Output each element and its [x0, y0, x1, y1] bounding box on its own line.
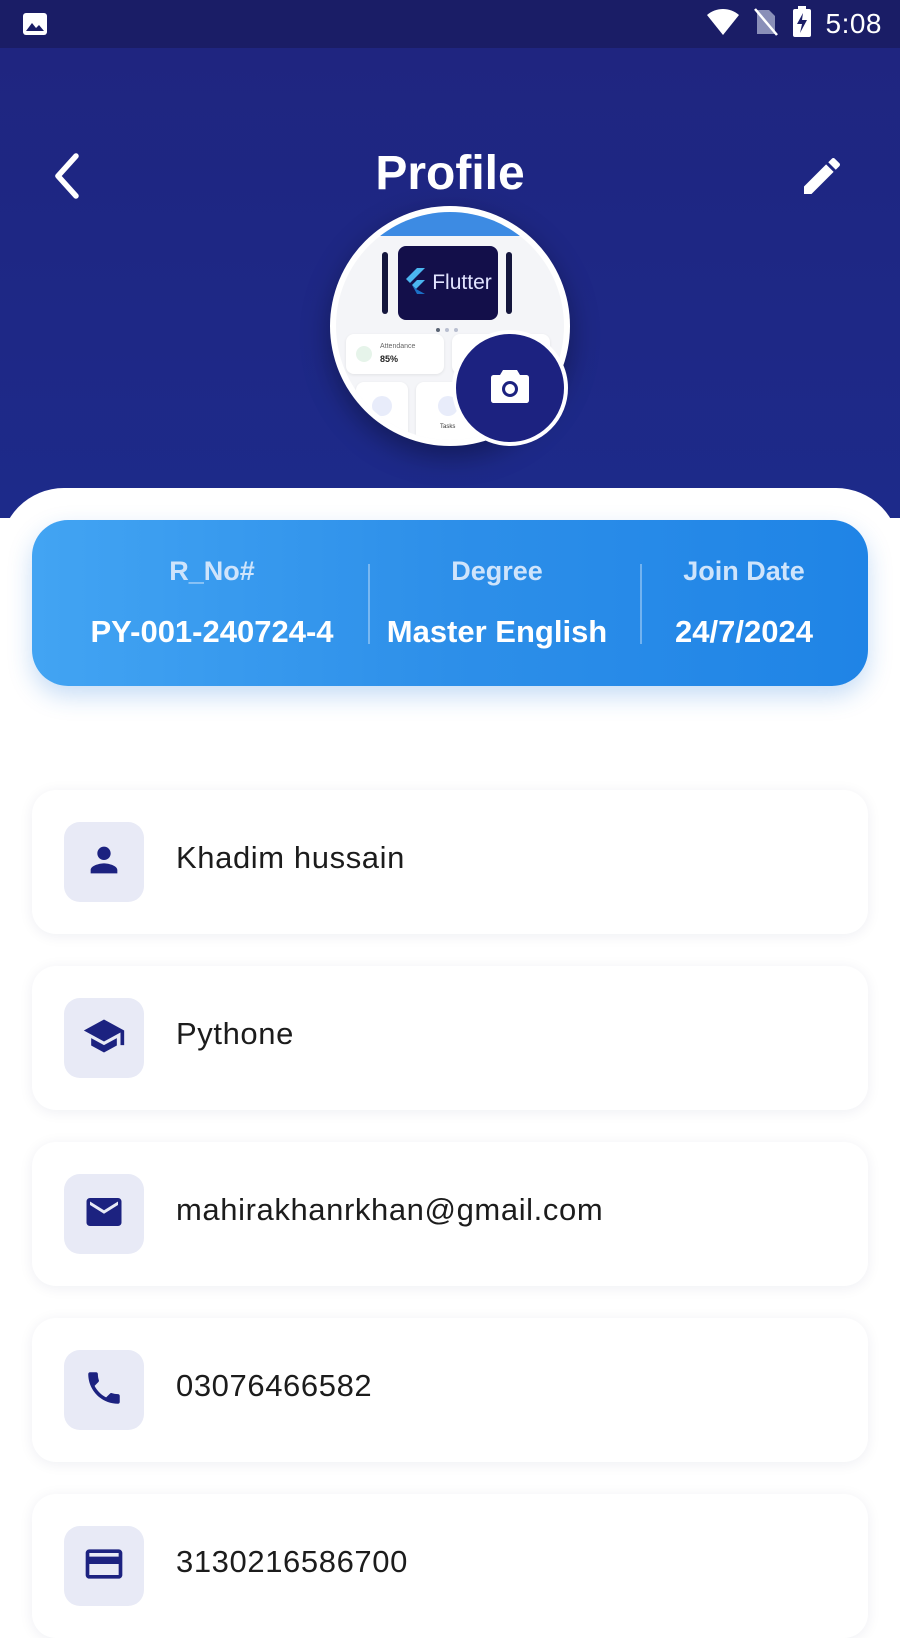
detail-row-course[interactable]: Pythone [32, 966, 868, 1110]
icon-container [64, 998, 144, 1078]
page-title: Profile [375, 147, 525, 200]
avatar-card-label: Attendance [380, 343, 416, 350]
avatar-image-banner: Flutter [398, 246, 498, 320]
email: mahirakhanrkhan@gmail.com [176, 1192, 604, 1227]
wifi-icon [706, 8, 740, 41]
image-icon [22, 12, 48, 41]
avatar-card-value: 85% [380, 354, 399, 364]
no-sim-icon [753, 7, 778, 42]
info-value: 24/7/2024 [675, 614, 813, 649]
calendar-icon [356, 346, 372, 362]
full-name: Khadim hussain [176, 840, 405, 875]
credit-card-icon [82, 1542, 126, 1591]
phone-number: 03076466582 [176, 1368, 373, 1403]
info-value: PY-001-240724-4 [90, 614, 334, 649]
detail-row-email[interactable]: mahirakhanrkhan@gmail.com [32, 1142, 868, 1286]
email-icon [83, 1191, 125, 1238]
info-label: Degree [451, 556, 543, 586]
avatar-carousel-dots [436, 328, 458, 332]
degree: Degree Master English [372, 520, 622, 686]
icon-container [64, 1526, 144, 1606]
info-summary-card: R_No# PY-001-240724-4 Degree Master Engl… [32, 520, 868, 686]
icon-container [64, 822, 144, 902]
pencil-icon [798, 157, 846, 204]
detail-row-phone[interactable]: 03076466582 [32, 1318, 868, 1462]
avatar-attendance-card: Attendance 85% [346, 334, 444, 374]
flutter-logo-icon [404, 267, 426, 299]
battery-charging-icon [792, 5, 812, 43]
detail-row-cnic[interactable]: 3130216586700 [32, 1494, 868, 1638]
avatar-image-slide [382, 252, 388, 314]
status-bar: 5:08 [0, 0, 900, 48]
icon-container [64, 1174, 144, 1254]
registration-number: R_No# PY-001-240724-4 [62, 520, 362, 686]
edit-button[interactable] [798, 152, 846, 200]
divider [368, 564, 370, 644]
divider [640, 564, 642, 644]
calendar-icon [372, 396, 392, 416]
join-date: Join Date 24/7/2024 [644, 520, 844, 686]
info-value: Master English [386, 614, 608, 649]
id-number: 3130216586700 [176, 1544, 408, 1579]
avatar-image-topbar [336, 212, 564, 236]
detail-row-name[interactable]: Khadim hussain [32, 790, 868, 934]
avatar-image-slide [506, 252, 512, 314]
graduation-cap-icon [82, 1014, 126, 1063]
avatar-banner-text: Flutter [432, 271, 492, 294]
course: Pythone [176, 1016, 294, 1051]
icon-container [64, 1350, 144, 1430]
info-label: R_No# [169, 556, 255, 586]
avatar-tasks-label: Tasks [440, 424, 456, 430]
info-label: Join Date [683, 556, 805, 586]
clock: 5:08 [825, 8, 882, 39]
phone-icon [83, 1367, 125, 1414]
avatar-card [356, 382, 408, 440]
person-icon [84, 840, 124, 885]
change-photo-button[interactable] [452, 330, 568, 446]
camera-icon [490, 368, 530, 409]
